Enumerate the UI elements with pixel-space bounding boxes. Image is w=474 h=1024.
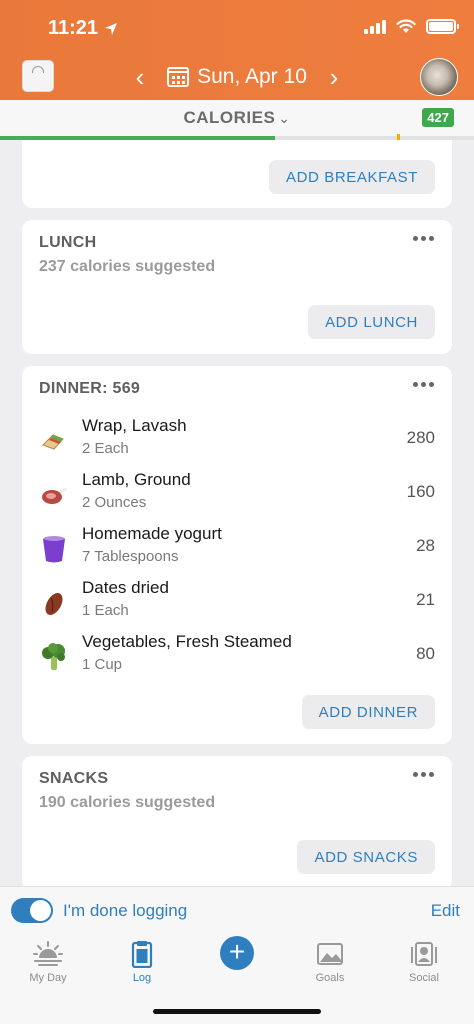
clock-text: 11:21 [48, 17, 99, 39]
breakfast-card: ADD BREAKFAST [22, 140, 452, 208]
food-calories: 80 [416, 644, 435, 663]
edit-link[interactable]: Edit [431, 901, 460, 921]
date-navigator: ‹ Sun, Apr 10 › [130, 62, 344, 92]
tab-label: Goals [315, 972, 345, 984]
food-serving: 1 Cup [82, 656, 123, 673]
food-calories: 280 [406, 428, 435, 447]
goals-icon [317, 943, 343, 965]
date-picker[interactable]: Sun, Apr 10 [167, 65, 307, 89]
food-item-row[interactable]: Homemade yogurt 7 Tablespoons 28 [22, 522, 452, 574]
scale-icon-button[interactable] [22, 60, 54, 92]
food-serving: 2 Each [82, 440, 129, 457]
calendar-icon [167, 67, 190, 87]
meat-icon [42, 487, 67, 504]
wifi-icon [396, 18, 416, 33]
add-snacks-button[interactable]: ADD SNACKS [297, 840, 435, 874]
tab-social[interactable]: Social [384, 934, 464, 994]
dinner-card: DINNER: 569 Wrap, Lavash 2 Each 280 Lamb… [22, 366, 452, 744]
food-serving: 2 Ounces [82, 494, 147, 511]
tab-label: Social [409, 972, 439, 984]
done-logging-bar: I'm done logging Edit [0, 886, 474, 934]
food-serving: 7 Tablespoons [82, 548, 179, 565]
calories-suggested: 237 calories suggested [39, 258, 216, 275]
add-breakfast-button[interactable]: ADD BREAKFAST [269, 160, 435, 194]
next-day-chevron-icon[interactable]: › [324, 62, 344, 92]
meal-title: SNACKS [39, 770, 109, 787]
chevron-down-icon: ⌄ [278, 110, 291, 126]
food-item-row[interactable]: Dates dried 1 Each 21 [22, 576, 452, 628]
tab-goals[interactable]: Goals [290, 934, 370, 994]
clipboard-icon [131, 941, 153, 968]
tab-label: Log [132, 972, 152, 984]
food-name: Dates dried [82, 578, 169, 597]
nutrient-selector-label: CALORIES [183, 108, 276, 127]
broccoli-icon [42, 643, 65, 670]
wrap-icon [42, 434, 64, 450]
cellular-signal-icon [364, 18, 386, 34]
tab-log[interactable]: Log [102, 934, 182, 994]
food-name: Lamb, Ground [82, 470, 191, 489]
food-calories: 28 [416, 536, 435, 555]
lunch-card: LUNCH 237 calories suggested ADD LUNCH [22, 220, 452, 354]
location-arrow-icon [105, 22, 118, 35]
add-dinner-button[interactable]: ADD DINNER [301, 695, 435, 729]
snacks-card: SNACKS 190 calories suggested ADD SNACKS [22, 756, 452, 890]
food-item-row[interactable]: Vegetables, Fresh Steamed 1 Cup 80 [22, 630, 452, 682]
app-header: 11:21 ‹ Sun, Apr 10 › [0, 0, 474, 100]
meal-title: LUNCH [39, 234, 97, 251]
tab-label: My Day [29, 972, 67, 984]
nutrient-selector[interactable]: CALORIES ⌄ [0, 108, 474, 128]
done-logging-toggle[interactable] [11, 898, 53, 923]
tab-my-day[interactable]: My Day [8, 934, 88, 994]
food-item-row[interactable]: Wrap, Lavash 2 Each 280 [22, 414, 452, 466]
food-name: Homemade yogurt [82, 524, 222, 543]
calories-summary-bar[interactable]: CALORIES ⌄ 427 [0, 100, 474, 140]
status-bar-time: 11:21 [48, 17, 118, 40]
cup-icon [43, 536, 65, 563]
food-calories: 21 [416, 590, 435, 609]
food-calories: 160 [406, 482, 435, 501]
home-indicator [153, 1009, 321, 1014]
profile-avatar[interactable] [420, 58, 458, 96]
meal-title: DINNER: 569 [39, 380, 141, 397]
previous-day-chevron-icon[interactable]: ‹ [130, 62, 150, 92]
done-logging-label: I'm done logging [63, 901, 188, 920]
social-icon [411, 942, 437, 966]
food-name: Vegetables, Fresh Steamed [82, 632, 292, 651]
current-date: Sun, Apr 10 [197, 65, 307, 88]
sunrise-icon [33, 941, 63, 966]
food-serving: 1 Each [82, 602, 129, 619]
food-name: Wrap, Lavash [82, 416, 187, 435]
more-options-icon[interactable] [413, 236, 434, 241]
date-fruit-icon [45, 593, 63, 615]
food-item-row[interactable]: Lamb, Ground 2 Ounces 160 [22, 468, 452, 520]
status-bar-indicators [364, 18, 459, 34]
plus-icon[interactable]: + [220, 936, 254, 970]
battery-icon [426, 18, 459, 34]
calories-remaining-badge: 427 [422, 108, 454, 127]
more-options-icon[interactable] [413, 382, 434, 387]
add-lunch-button[interactable]: ADD LUNCH [308, 305, 435, 339]
calories-suggested: 190 calories suggested [39, 794, 216, 811]
more-options-icon[interactable] [413, 772, 434, 777]
